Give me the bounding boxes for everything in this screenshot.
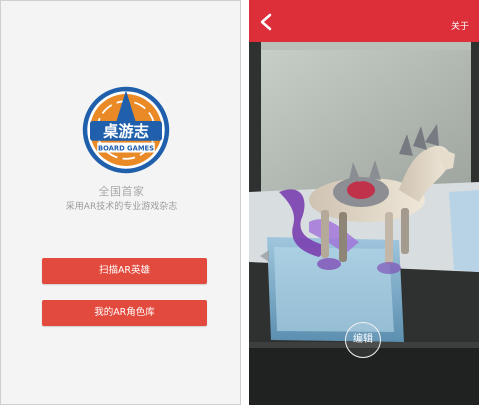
about-link[interactable]: 关于 [451,19,469,32]
screen-divider [241,0,249,405]
scan-ar-hero-button[interactable]: 扫描AR英雄 [42,258,207,284]
chevron-left-icon[interactable] [259,13,273,31]
tagline-title: 全国首家 [98,185,145,198]
rotate-left-icon[interactable] [257,248,273,264]
logo-text-main: 桌游志 [102,122,149,140]
edit-button[interactable]: 编辑 [345,322,381,358]
tagline-subtitle: 采用AR技术的专业游戏杂志 [65,202,178,212]
board-games-logo: 桌游志 BOARD GAMES [82,86,170,174]
logo-text-sub: BOARD GAMES [98,144,154,152]
home-screen: 桌游志 BOARD GAMES 全国首家 采用AR技术的专业游戏杂志 扫描AR英… [0,0,241,405]
ar-top-bar: 关于 [249,0,479,42]
my-ar-library-button[interactable]: 我的AR角色库 [42,300,207,326]
